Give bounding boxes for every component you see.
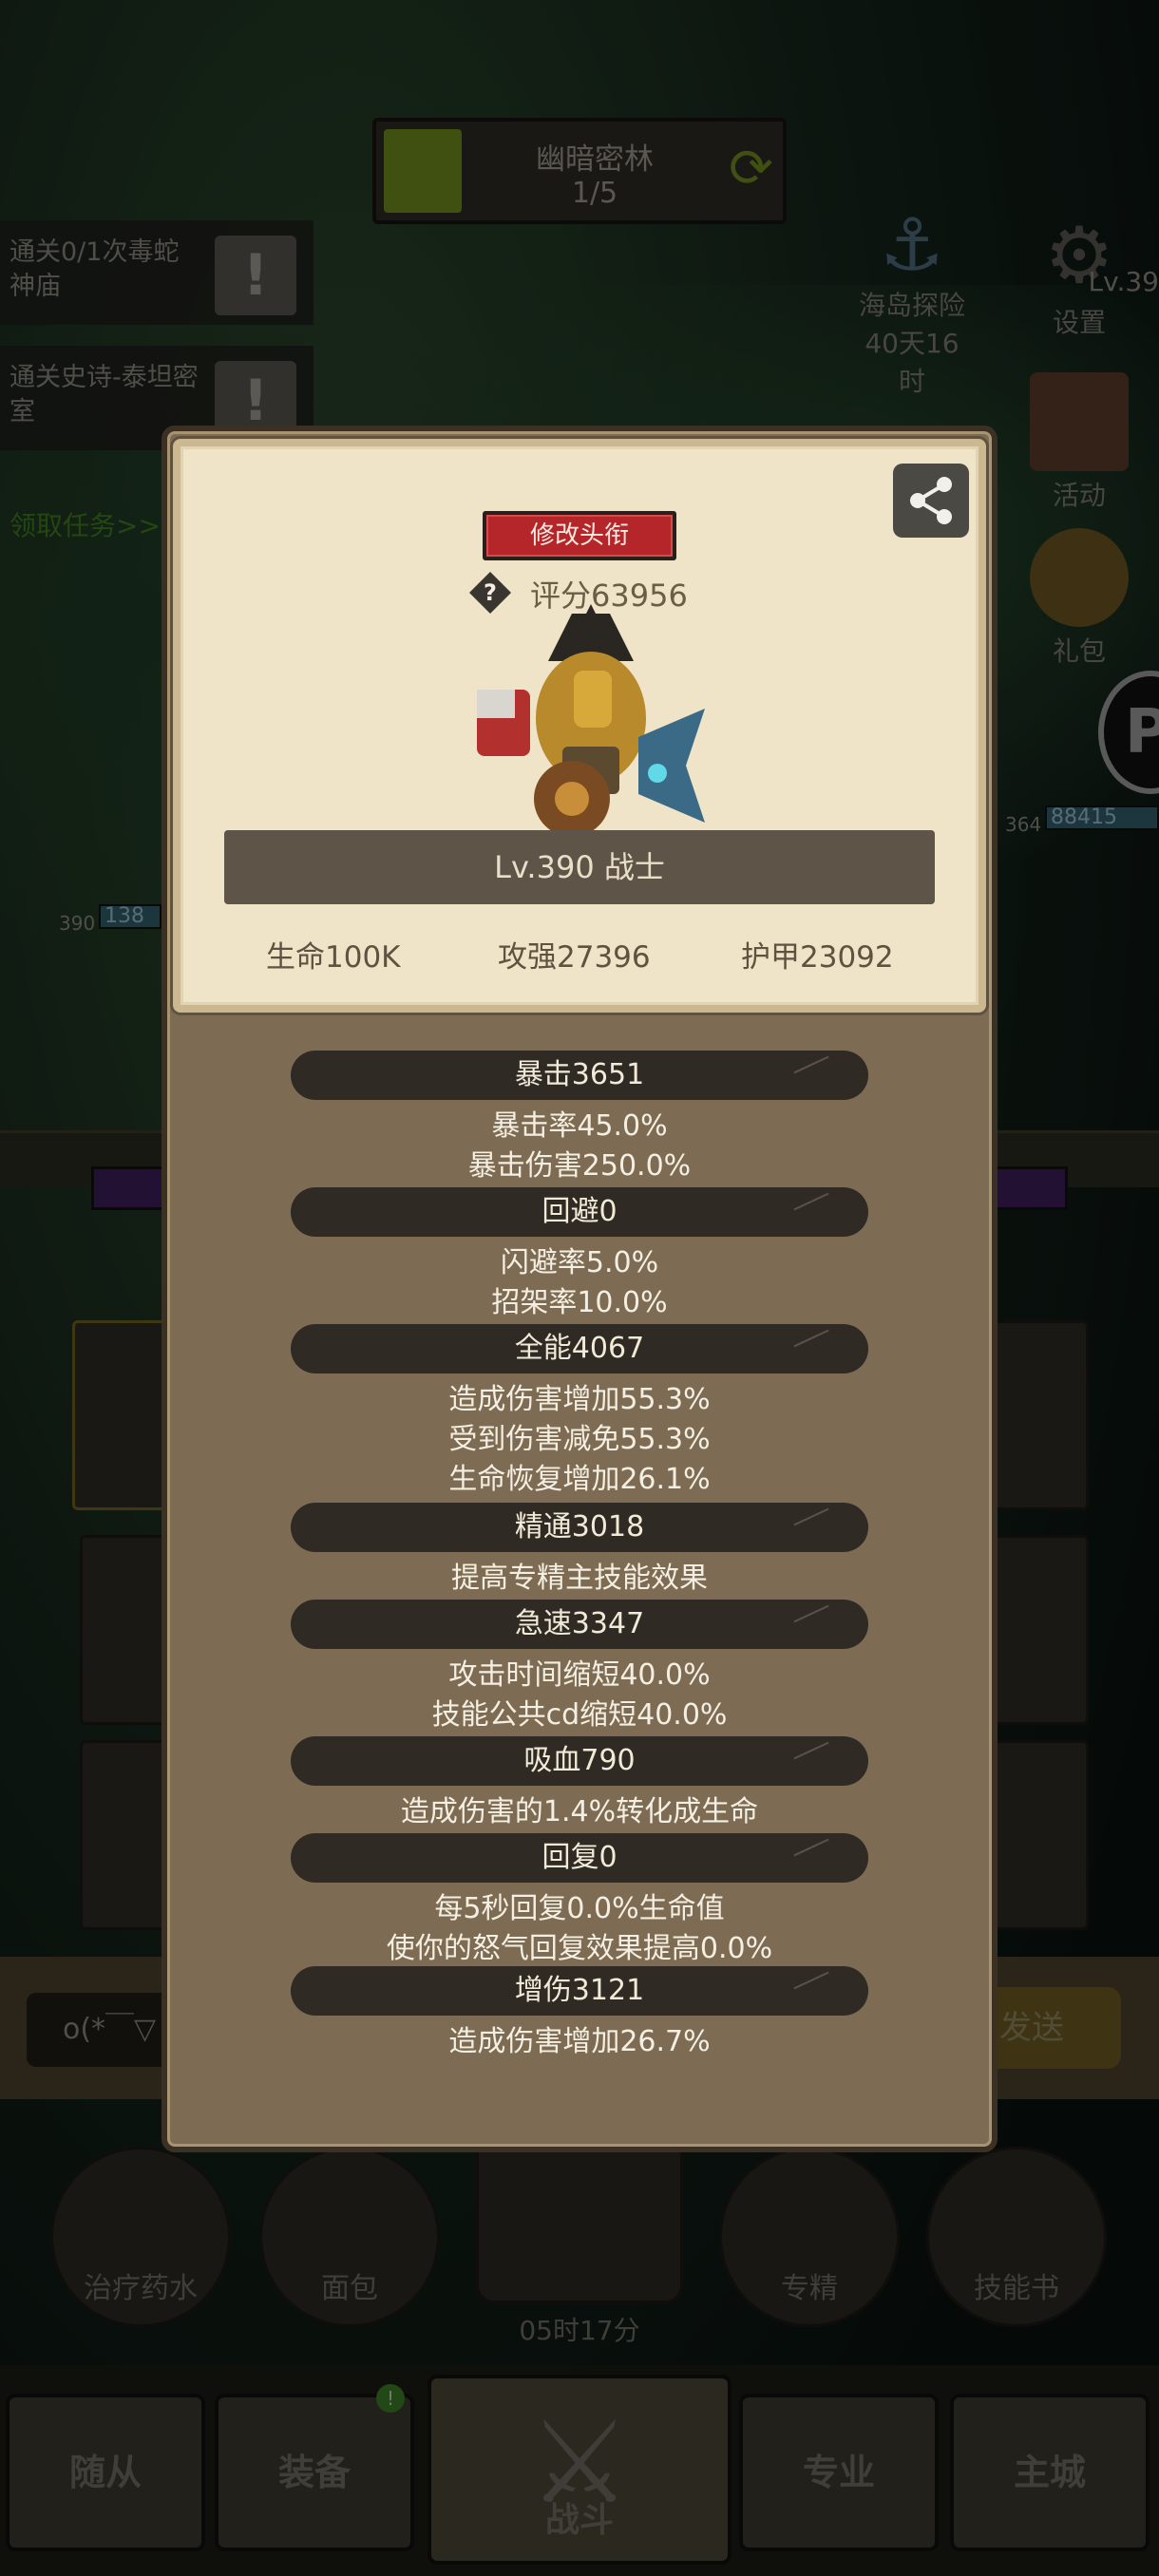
warrior-avatar (477, 604, 705, 837)
class-level-banner: Lv.390 战士 (224, 830, 935, 904)
stat-line: 攻击时间缩短40.0% (448, 1658, 711, 1692)
stat-header-avoidance: 回避0 (291, 1187, 868, 1237)
stat-header-versatility: 全能4067 (291, 1324, 868, 1373)
stat-header-damage-bonus: 增伤3121 (291, 1966, 868, 2016)
stat-line: 造成伤害增加26.7% (448, 2025, 711, 2058)
stat-line: 受到伤害减免55.3% (448, 1423, 711, 1456)
svg-text:?: ? (484, 579, 497, 606)
stat-header-lifesteal: 吸血790 (291, 1736, 868, 1786)
share-icon (910, 477, 952, 524)
stat-line: 造成伤害的1.4%转化成生命 (400, 1795, 759, 1828)
stat-line: 闪避率5.0% (500, 1246, 659, 1279)
attack-power-stat: 攻强27396 (498, 940, 651, 975)
stat-line: 每5秒回复0.0%生命值 (434, 1892, 725, 1925)
stat-header-mastery: 精通3018 (291, 1503, 868, 1552)
stat-line: 暴击率45.0% (491, 1109, 668, 1143)
stat-line: 提高专精主技能效果 (451, 1562, 708, 1595)
armor-stat: 护甲23092 (741, 940, 894, 975)
stat-line: 暴击伤害250.0% (467, 1149, 692, 1183)
stat-line: 生命恢复增加26.1% (448, 1463, 711, 1496)
stat-header-haste: 急速3347 (291, 1600, 868, 1649)
stat-line: 造成伤害增加55.3% (448, 1383, 711, 1416)
stat-header-crit: 暴击3651 (291, 1051, 868, 1100)
hp-stat: 生命100K (266, 940, 401, 975)
stat-line: 招架率10.0% (491, 1286, 668, 1319)
share-button[interactable] (893, 464, 969, 538)
stat-line: 技能公共cd缩短40.0% (431, 1698, 728, 1732)
edit-title-button[interactable]: 修改头衔 (483, 511, 676, 560)
stat-line: 使你的怒气回复效果提高0.0% (386, 1932, 773, 1965)
stat-header-regen: 回复0 (291, 1833, 868, 1883)
